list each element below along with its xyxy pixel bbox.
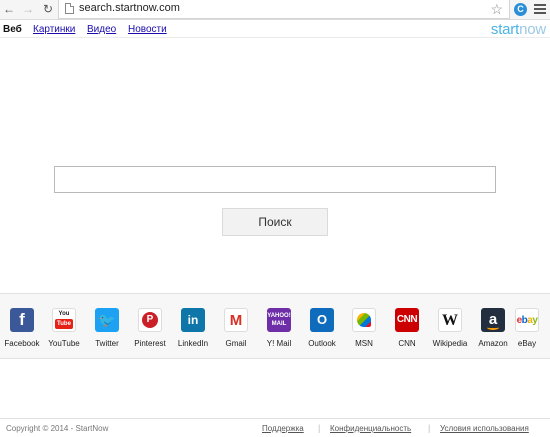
youtube-icon: You Tube [52, 308, 76, 332]
amazon-icon: a [481, 308, 505, 332]
quick-link-label: eBay [517, 339, 537, 348]
quick-link-gmail[interactable]: M Gmail [214, 308, 258, 356]
footer-separator: | [428, 423, 431, 433]
quick-link-ebay[interactable]: ebay eBay [505, 308, 549, 356]
cnn-icon: CNN [395, 308, 419, 332]
page: ← → ↻ search.startnow.com ☆ C Веб Картин… [0, 0, 550, 437]
startnow-logo[interactable]: startnow [491, 21, 546, 38]
quick-link-msn[interactable]: MSN [342, 308, 386, 356]
top-nav: Веб Картинки Видео Новости startnow [0, 21, 550, 38]
twitter-icon: 🐦 [95, 308, 119, 332]
quick-link-youtube[interactable]: You Tube You Tube [42, 308, 86, 356]
footer: Copyright © 2014 - StartNow Поддержка | … [0, 418, 550, 437]
quick-link-wikipedia[interactable]: W Wikipedia [428, 308, 472, 356]
youtube-icon-bottom: Tube [55, 319, 73, 329]
facebook-icon: f [10, 308, 34, 332]
logo-start-text: start [490, 21, 520, 38]
quick-link-pinterest[interactable]: P Pinterest [128, 308, 172, 356]
yahoo-mail-icon-bottom: MAIL [271, 321, 287, 327]
quick-link-linkedin[interactable]: in LinkedIn [171, 308, 215, 356]
quick-link-cnn[interactable]: CNN CNN [385, 308, 429, 356]
ebay-icon: ebay [515, 308, 539, 332]
quick-link-outlook[interactable]: O Outlook [300, 308, 344, 356]
menu-icon[interactable] [534, 4, 546, 15]
outlook-icon: O [310, 308, 334, 332]
footer-link-terms[interactable]: Условия использования [440, 424, 529, 433]
quick-link-facebook[interactable]: f Facebook [0, 308, 44, 356]
linkedin-icon: in [181, 308, 205, 332]
browser-toolbar: ← → ↻ search.startnow.com ☆ C [0, 0, 550, 20]
footer-link-privacy[interactable]: Конфиденциальность [330, 424, 411, 433]
youtube-icon-top: You [58, 311, 70, 317]
arrow-left-icon[interactable]: ← [2, 2, 16, 16]
quick-link-twitter[interactable]: 🐦 Twitter [85, 308, 129, 356]
quick-links-bar: f Facebook You Tube You Tube 🐦 Twitter P … [0, 293, 550, 359]
pinterest-icon: P [138, 308, 162, 332]
nav-tab-news[interactable]: Новости [128, 24, 167, 35]
yahoo-mail-icon: YAHOO! MAIL [267, 308, 291, 332]
star-icon[interactable]: ☆ [490, 0, 503, 18]
extension-icon[interactable]: C [514, 3, 527, 16]
yahoo-mail-icon-top: YAHOO! [267, 313, 291, 319]
reload-icon[interactable]: ↻ [41, 2, 55, 16]
wikipedia-icon: W [438, 308, 462, 332]
nav-tab-images[interactable]: Картинки [33, 24, 75, 35]
gmail-icon: M [224, 308, 248, 332]
address-bar[interactable]: search.startnow.com ☆ [58, 0, 510, 19]
search-button[interactable]: Поиск [222, 208, 328, 236]
pinterest-icon-glyph: P [142, 312, 158, 328]
search-input[interactable] [54, 166, 496, 193]
page-icon [65, 3, 74, 14]
footer-separator: | [318, 423, 321, 433]
msn-icon [352, 308, 376, 332]
logo-now-text: now [519, 21, 546, 38]
nav-tab-video[interactable]: Видео [87, 24, 116, 35]
arrow-right-icon[interactable]: → [21, 2, 35, 16]
footer-link-support[interactable]: Поддержка [262, 424, 304, 433]
copyright-text: Copyright © 2014 - StartNow [6, 424, 109, 433]
nav-tab-web[interactable]: Веб [3, 24, 22, 35]
url-text[interactable]: search.startnow.com [79, 2, 180, 14]
quick-link-yahoo-mail[interactable]: YAHOO! MAIL Y! Mail [257, 308, 301, 356]
